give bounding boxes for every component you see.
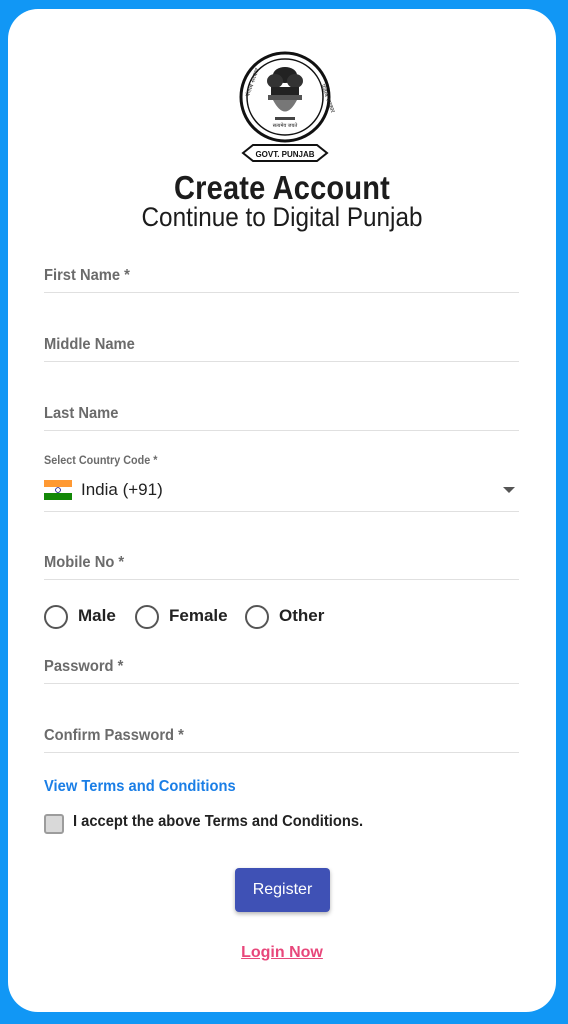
last-name-field[interactable]: Last Name <box>44 405 118 423</box>
login-now-link[interactable]: Login Now <box>8 944 556 962</box>
svg-text:पंजाब सरकार: पंजाब सरकार <box>244 67 261 98</box>
mobile-number-field[interactable]: Mobile No * <box>44 554 124 572</box>
india-flag-icon <box>44 480 72 500</box>
view-terms-link[interactable]: View Terms and Conditions <box>44 778 236 796</box>
accept-terms-checkbox[interactable] <box>44 814 64 834</box>
radio-female-label[interactable]: Female <box>169 606 228 626</box>
accept-terms-label[interactable]: I accept the above Terms and Conditions. <box>73 813 363 831</box>
radio-other[interactable] <box>245 605 269 629</box>
middle-name-underline <box>44 361 519 362</box>
password-field[interactable]: Password * <box>44 658 123 676</box>
first-name-field[interactable]: First Name * <box>44 267 130 285</box>
password-underline <box>44 683 519 684</box>
middle-name-field[interactable]: Middle Name <box>44 336 135 354</box>
govt-punjab-emblem-icon: सत्यमेव जयते पंजाब सरकार पंजाब सरकार GOV… <box>239 51 335 162</box>
confirm-password-underline <box>44 752 519 753</box>
registration-card: सत्यमेव जयते पंजाब सरकार पंजाब सरकार GOV… <box>8 9 556 1012</box>
mobile-number-underline <box>44 579 519 580</box>
last-name-underline <box>44 430 519 431</box>
svg-text:GOVT. PUNJAB: GOVT. PUNJAB <box>255 150 314 159</box>
first-name-underline <box>44 292 519 293</box>
radio-male[interactable] <box>44 605 68 629</box>
chevron-down-icon[interactable] <box>503 487 515 493</box>
country-code-underline <box>44 511 519 512</box>
confirm-password-field[interactable]: Confirm Password * <box>44 727 184 745</box>
radio-male-label[interactable]: Male <box>78 606 116 626</box>
country-code-label: Select Country Code * <box>44 453 158 467</box>
register-button[interactable]: Register <box>235 868 330 912</box>
svg-text:सत्यमेव जयते: सत्यमेव जयते <box>273 122 298 129</box>
radio-other-label[interactable]: Other <box>279 606 324 626</box>
country-code-select[interactable]: India (+91) <box>81 480 163 500</box>
page-subtitle: Continue to Digital Punjab <box>141 202 423 232</box>
radio-female[interactable] <box>135 605 159 629</box>
